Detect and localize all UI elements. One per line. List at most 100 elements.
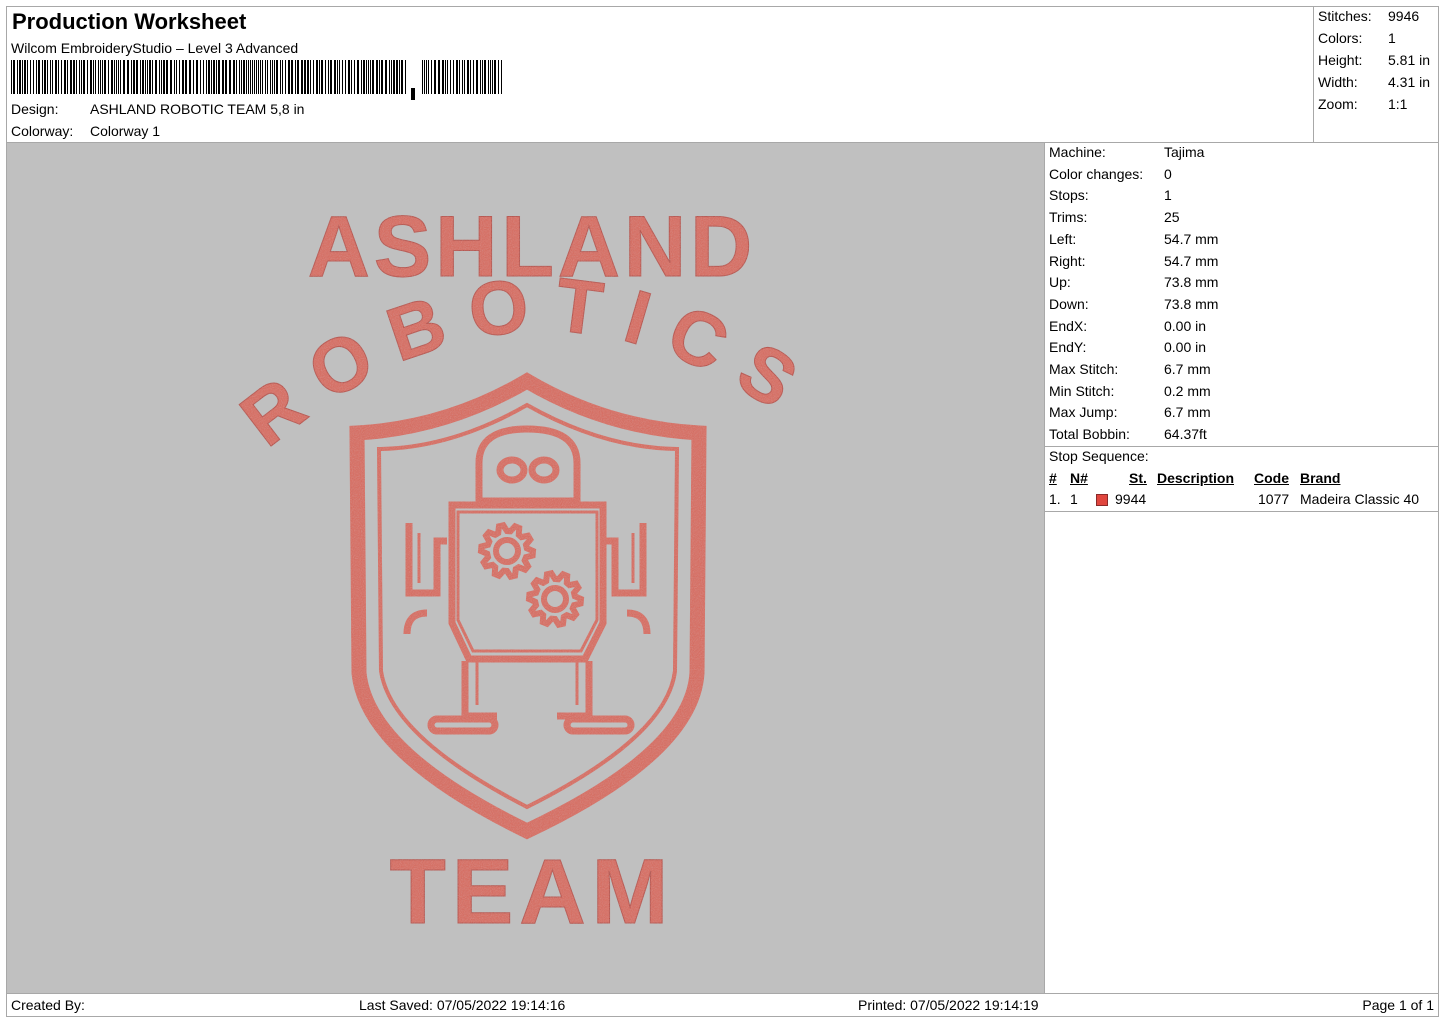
barcode-bar (27, 60, 28, 94)
info-value: 0.2 mm (1164, 382, 1211, 399)
barcode-bar (339, 60, 340, 94)
info-row: Machine: Tajima (1049, 144, 1204, 160)
barcode-bar (297, 60, 299, 94)
barcode-bar (95, 60, 96, 94)
barcode-bar (93, 60, 94, 94)
shield-shape (349, 372, 707, 840)
barcode-bar (494, 60, 496, 94)
barcode-bar (216, 60, 217, 94)
barcode-bar (370, 60, 371, 94)
printed-date: Printed: 07/05/2022 19:14:19 (858, 997, 1039, 1013)
design-text-bottom: TEAM (390, 841, 675, 943)
design-label: Design: (11, 101, 59, 117)
barcode-bar (434, 60, 436, 94)
info-row: Right: 54.7 mm (1049, 253, 1218, 269)
barcode-bar (222, 60, 224, 94)
table-row: 1. 1 9944 1077 Madeira Classic 40 (1045, 491, 1438, 511)
barcode-bar (52, 60, 53, 94)
barcode-bar (313, 60, 314, 94)
barcode-bar (321, 60, 323, 94)
info-row: Min Stitch: 0.2 mm (1049, 383, 1211, 399)
barcode-bar (453, 60, 454, 94)
barcode-bar (482, 60, 483, 94)
barcode-bar (464, 60, 465, 94)
barcode-bar (136, 60, 138, 94)
barcode-bar (276, 60, 278, 94)
barcode-bar (476, 60, 478, 94)
barcode-bar (142, 60, 144, 94)
barcode-bar (431, 60, 432, 94)
barcode-bar (83, 60, 85, 94)
info-label: EndX: (1049, 317, 1088, 334)
barcode-bar (310, 60, 311, 94)
barcode-bar (467, 60, 469, 94)
summary-width: Width: 4.31 in (1318, 74, 1431, 90)
summary-height: Height: 5.81 in (1318, 52, 1431, 68)
embroidery-design: ASHLAND ROBOTICS TEAM (225, 199, 809, 944)
info-value: 6.7 mm (1164, 404, 1211, 421)
barcode-bar (161, 60, 162, 94)
barcode-bar (260, 60, 261, 94)
colorway-value: Colorway 1 (90, 123, 161, 139)
barcode-bar (196, 60, 198, 94)
barcode-bar (61, 60, 62, 94)
barcode-bar (200, 60, 201, 94)
info-value: 25 (1164, 209, 1180, 226)
barcode-bar (389, 60, 390, 94)
barcode (11, 60, 502, 100)
col-num: # (1049, 470, 1057, 486)
barcode-bar (116, 60, 117, 94)
info-label: Right: (1049, 252, 1086, 269)
barcode-bar (470, 60, 471, 94)
barcode-bar (462, 60, 463, 94)
summary-stitches: Stitches: 9946 (1318, 8, 1420, 24)
barcode-bar (285, 60, 286, 94)
last-saved: Last Saved: 07/05/2022 19:14:16 (359, 997, 566, 1013)
barcode-bar (459, 60, 460, 94)
barcode-bar (480, 60, 481, 94)
barcode-bar (163, 60, 165, 94)
barcode-bar (250, 60, 251, 94)
info-row: Max Stitch: 6.7 mm (1049, 361, 1211, 377)
info-row: EndY: 0.00 in (1049, 339, 1206, 355)
barcode-bar (174, 60, 175, 94)
barcode-bar (393, 60, 395, 94)
barcode-bar (206, 60, 207, 94)
barcode-bar (225, 60, 227, 94)
barcode-bar (38, 60, 40, 94)
barcode-bar (492, 60, 493, 94)
info-value: 73.8 mm (1164, 295, 1219, 312)
barcode-bar (70, 60, 72, 94)
barcode-bar (354, 60, 355, 94)
barcode-bar (189, 60, 191, 94)
barcode-bar (357, 60, 359, 94)
gear-hub (541, 585, 569, 613)
barcode-bar (265, 60, 266, 94)
barcode-bar (361, 60, 362, 94)
barcode-bar (213, 60, 215, 94)
design-summary: Stitches: 9946 Colors: 1 Height: 5.81 in Wi… (1313, 6, 1439, 143)
design-preview: ASHLAND ROBOTICS TEAM (6, 142, 1045, 994)
info-value: 64.37ft (1164, 426, 1207, 443)
info-row: Up: 73.8 mm (1049, 274, 1218, 290)
barcode-bar (111, 60, 113, 94)
barcode-bar (208, 60, 210, 94)
barcode-bar (218, 60, 220, 94)
barcode-bar (118, 60, 119, 94)
barcode-bar (262, 60, 263, 94)
col-stitches: St. (1129, 470, 1147, 486)
col-code: Code (1254, 470, 1289, 486)
col-needle: N# (1070, 470, 1088, 486)
barcode-bar (241, 60, 242, 94)
barcode-bar (239, 60, 240, 94)
barcode-bar (120, 60, 121, 94)
barcode-bar (337, 60, 338, 94)
barcode-bar (328, 60, 329, 94)
barcode-bar (319, 60, 320, 94)
colorway-row: Colorway: Colorway 1 (11, 123, 160, 139)
gear-icon (477, 521, 585, 629)
barcode-bar (123, 60, 125, 94)
barcode-bar (58, 60, 59, 94)
barcode-bar (179, 60, 180, 94)
barcode-bar (368, 60, 369, 94)
